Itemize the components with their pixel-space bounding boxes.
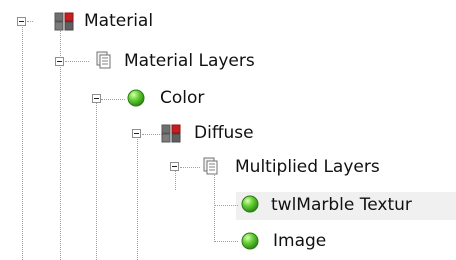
material-tree-view[interactable]: Material Material Layers Color Diffuse M…: [0, 0, 456, 260]
collapse-diffuse-toggle[interactable]: [132, 129, 141, 138]
tree-item-marble-texture[interactable]: twlMarble Textur: [271, 194, 412, 216]
tree-item-multiplied-layers[interactable]: Multiplied Layers: [235, 156, 380, 178]
tree-connector-line-leaves: [214, 172, 215, 242]
image-sphere-icon: [241, 232, 259, 250]
collapse-multiplied-layers-toggle[interactable]: [170, 162, 179, 171]
collapse-material-layers-toggle[interactable]: [55, 57, 64, 66]
tree-connector-line-color: [96, 99, 97, 260]
diffuse-icon: [161, 124, 181, 143]
tree-connector-line-to-color: [101, 99, 125, 100]
tree-connector-line-to-multiplied: [180, 167, 200, 168]
tree-connector-line-to-marble-texture: [214, 205, 238, 206]
tree-item-material-layers[interactable]: Material Layers: [124, 50, 255, 72]
layers-icon: [203, 157, 218, 175]
material-icon: [54, 12, 74, 31]
tree-connector-line-to-image: [214, 241, 238, 242]
tree-connector-line-to-material-layers: [65, 61, 89, 62]
layers-icon: [96, 51, 111, 69]
color-sphere-icon: [127, 89, 145, 107]
tree-connector-line-to-diffuse: [142, 134, 162, 135]
tree-connector-line-root: [22, 24, 23, 260]
tree-connector-line-to-material: [27, 21, 33, 22]
tree-item-material[interactable]: Material: [84, 10, 153, 32]
tree-item-color[interactable]: Color: [160, 87, 204, 109]
tree-connector-line-diffuse: [137, 134, 138, 260]
tree-item-image[interactable]: Image: [273, 230, 326, 252]
collapse-color-toggle[interactable]: [92, 94, 101, 103]
collapse-material-toggle[interactable]: [17, 17, 26, 26]
texture-sphere-icon: [241, 195, 259, 213]
tree-item-diffuse[interactable]: Diffuse: [194, 122, 254, 144]
